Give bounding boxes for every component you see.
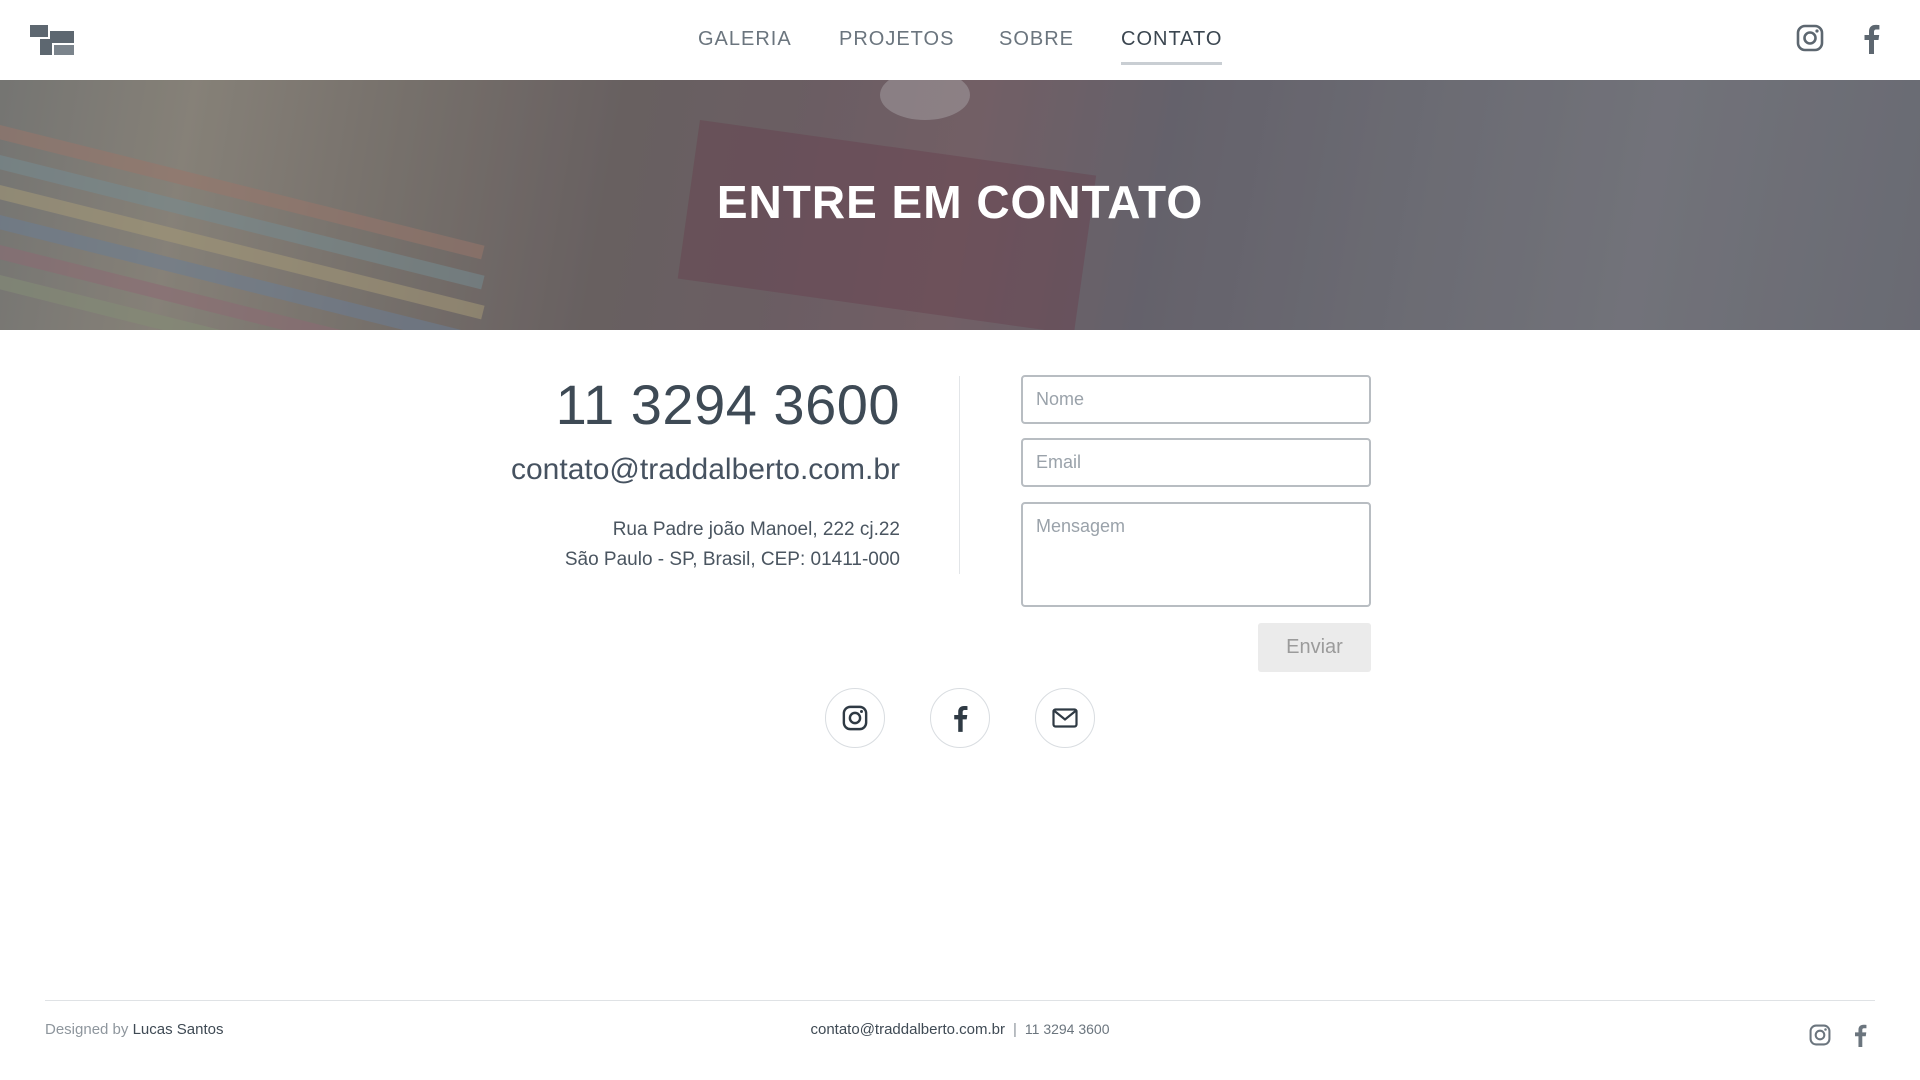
mail-icon bbox=[1052, 708, 1078, 728]
vertical-divider bbox=[959, 376, 960, 574]
active-nav-underline bbox=[1121, 62, 1223, 65]
nav-item-galeria[interactable]: GALERIA bbox=[698, 28, 792, 51]
address-line-2: São Paulo - SP, Brasil, CEP: 01411-000 bbox=[564, 549, 900, 570]
email-input[interactable] bbox=[1021, 438, 1371, 487]
footer-divider bbox=[45, 1000, 1875, 1001]
contact-phone: 11 3294 3600 bbox=[555, 373, 900, 436]
page-title: ENTRE EM CONTATO bbox=[716, 176, 1204, 228]
footer-phone: 11 3294 3600 bbox=[1024, 1021, 1110, 1037]
footer-separator: | bbox=[1012, 1021, 1017, 1038]
contact-email[interactable]: contato@traddalberto.com.br bbox=[511, 453, 900, 487]
facebook-icon[interactable] bbox=[1862, 24, 1892, 56]
nav-item-projetos[interactable]: PROJETOS bbox=[839, 28, 954, 51]
instagram-icon bbox=[842, 705, 868, 731]
name-input[interactable] bbox=[1021, 375, 1371, 424]
facebook-icon[interactable] bbox=[1853, 1024, 1875, 1048]
message-textarea[interactable] bbox=[1021, 502, 1371, 607]
instagram-icon[interactable] bbox=[1809, 1024, 1831, 1048]
nav-item-contato[interactable]: CONTATO bbox=[1121, 28, 1223, 65]
footer-contact: contato@traddalberto.com.br | 11 3294 3600 bbox=[0, 1021, 1920, 1038]
nav-item-sobre[interactable]: SOBRE bbox=[999, 28, 1074, 51]
hero-banner: ENTRE EM CONTATO bbox=[0, 80, 1920, 330]
instagram-icon[interactable] bbox=[1796, 24, 1826, 56]
nav-item-contato-label: CONTATO bbox=[1121, 28, 1223, 50]
email-button[interactable] bbox=[1035, 688, 1095, 748]
address-line-1: Rua Padre joão Manoel, 222 cj.22 bbox=[612, 519, 900, 540]
footer-email[interactable]: contato@traddalberto.com.br bbox=[810, 1021, 1005, 1038]
main-nav: GALERIA PROJETOS SOBRE CONTATO bbox=[0, 0, 1920, 80]
facebook-icon bbox=[954, 705, 968, 732]
site-header: GALERIA PROJETOS SOBRE CONTATO bbox=[0, 0, 1920, 80]
instagram-button[interactable] bbox=[825, 688, 885, 748]
contact-address: Rua Padre joão Manoel, 222 cj.22 São Pau… bbox=[565, 515, 900, 575]
send-button[interactable]: Enviar bbox=[1258, 623, 1371, 672]
facebook-button[interactable] bbox=[930, 688, 990, 748]
